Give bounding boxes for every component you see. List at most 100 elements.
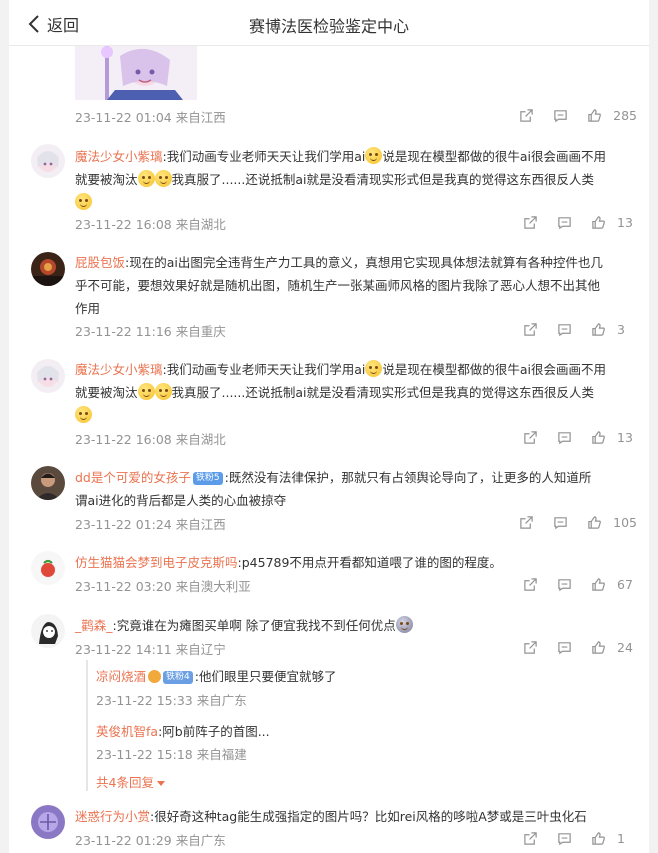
comment-text: 魔法少女小紫璃:我们动画专业老师天天让我们学用ai 说是现在模型都做的很牛ai很会…: [75, 145, 635, 214]
comment-actions: 105: [509, 512, 637, 532]
like-button[interactable]: [581, 212, 615, 232]
comment-body: 作用: [75, 301, 101, 316]
comment-icon: [553, 109, 567, 122]
avatar[interactable]: [31, 466, 65, 500]
comment-button[interactable]: [547, 427, 581, 447]
comment-button[interactable]: [543, 105, 577, 125]
username[interactable]: 迷惑行为小赏: [75, 809, 150, 824]
reply-body: :他们眼里只要便宜就够了: [194, 669, 337, 684]
smile-emoji-icon: [154, 170, 172, 187]
comment-text: 屁股包饭:现在的ai出图完全违背生产力工具的意义，真想用它实现具体想法就算有各种…: [75, 251, 635, 320]
thumbs-up-icon: [591, 831, 605, 845]
comment-meta: 23-11-22 01:29 来自广东: [75, 833, 226, 848]
share-button[interactable]: [513, 319, 547, 339]
avatar[interactable]: [31, 359, 65, 393]
comment-actions: 3: [513, 319, 637, 339]
comment-body: :很好奇这种tag能生成强指定的图片吗？比如rei风格的哆啦A梦或是三叶虫化石: [150, 809, 587, 824]
comment-body: 乎不可能，要想效果好就是随机出图，随机生产一张某画师风格的图片我除了恶心人想不出…: [75, 278, 601, 293]
share-button[interactable]: [509, 105, 543, 125]
username[interactable]: 仿生猫猫会梦到电子皮克斯吗: [75, 555, 238, 570]
like-button[interactable]: [581, 319, 615, 339]
username[interactable]: 魔法少女小紫璃: [75, 362, 163, 377]
avatar[interactable]: [31, 614, 65, 648]
comment-actions: 13: [513, 212, 637, 232]
comment-meta: 23-11-22 16:08 来自湖北: [75, 432, 226, 447]
share-button[interactable]: [513, 574, 547, 594]
comment-button[interactable]: [547, 828, 581, 848]
smile-emoji-icon: [137, 170, 155, 187]
thumbs-up-icon: [591, 215, 605, 229]
comment-body: :现在的ai出图完全违背生产力工具的意义，真想用它实现具体想法就算有各种控件也几: [125, 255, 603, 270]
top-bar: 返回 赛博法医检验鉴定中心: [9, 0, 649, 46]
medal-icon: [148, 670, 162, 683]
comment-body: :我们动画专业老师天天让我们学用ai: [162, 362, 366, 377]
comment-text: 迷惑行为小赏:很好奇这种tag能生成强指定的图片吗？比如rei风格的哆啦A梦或是…: [75, 805, 635, 828]
like-button[interactable]: [577, 105, 611, 125]
like-count: 13: [617, 214, 633, 230]
share-icon: [523, 640, 537, 654]
comment-body: :p45789不用点开看都知道喂了谁的图的程度。: [237, 555, 502, 570]
weibo-comments-page: 返回 赛博法医检验鉴定中心 23-11-22 01:04 来自江西 285 魔法…: [9, 0, 649, 853]
comment-icon: [553, 516, 567, 529]
username[interactable]: 英俊机智fa: [96, 724, 158, 739]
reply-text: 英俊机智fa:阿b前阵子的首图...: [96, 721, 270, 740]
like-button[interactable]: [581, 427, 615, 447]
share-button[interactable]: [513, 828, 547, 848]
share-icon: [523, 577, 537, 591]
username[interactable]: _鹳森_: [75, 618, 113, 633]
share-icon: [519, 515, 533, 529]
comment-body: :既然没有法律保护，那就只有占领舆论导向了，让更多的人知道所: [224, 470, 592, 485]
like-count: 105: [613, 514, 637, 530]
comment-icon: [557, 578, 571, 591]
share-icon: [519, 108, 533, 122]
username[interactable]: dd是个可爱的女孩子: [75, 470, 191, 485]
comment-button[interactable]: [547, 637, 581, 657]
smile-emoji-icon: [365, 147, 383, 164]
share-icon: [523, 430, 537, 444]
share-button[interactable]: [513, 212, 547, 232]
smile-emoji-icon: [137, 383, 155, 400]
crying-emoji-icon: [395, 616, 413, 633]
like-button[interactable]: [581, 828, 615, 848]
share-button[interactable]: [513, 637, 547, 657]
reply-body: :阿b前阵子的首图...: [158, 724, 270, 739]
comment-body: 说是现在模型都做的很牛ai很会画画不用: [382, 362, 607, 377]
share-button[interactable]: [509, 512, 543, 532]
comment-button[interactable]: [547, 574, 581, 594]
comment-actions: 24: [513, 637, 637, 657]
avatar[interactable]: [31, 805, 65, 839]
comment-icon: [557, 641, 571, 654]
smile-emoji-icon: [154, 383, 172, 400]
avatar[interactable]: [31, 551, 65, 585]
comment-button[interactable]: [547, 319, 581, 339]
share-icon: [523, 215, 537, 229]
username[interactable]: 魔法少女小紫璃: [75, 149, 163, 164]
like-button[interactable]: [577, 512, 611, 532]
comment-button[interactable]: [543, 512, 577, 532]
like-button[interactable]: [581, 574, 615, 594]
comment-meta: 23-11-22 16:08 来自湖北: [75, 217, 226, 232]
smile-emoji-icon: [75, 193, 92, 210]
smile-emoji-icon: [75, 406, 92, 423]
like-count: 24: [617, 639, 633, 655]
like-count: 3: [617, 321, 625, 337]
avatar[interactable]: [31, 252, 65, 286]
reply-text: 凉闷烧酒 铁粉4:他们眼里只要便宜就够了: [96, 666, 336, 685]
like-button[interactable]: [581, 637, 615, 657]
avatar[interactable]: [31, 144, 65, 178]
username[interactable]: 凉闷烧酒: [96, 669, 146, 684]
comment-button[interactable]: [547, 212, 581, 232]
comment-body: :我们动画专业老师天天让我们学用ai: [162, 149, 366, 164]
comment-meta: 23-11-22 01:04 来自江西: [75, 110, 226, 125]
comment-body: 说是现在模型都做的很牛ai很会画画不用: [382, 149, 607, 164]
comment-image[interactable]: [75, 46, 197, 100]
thumbs-up-icon: [591, 322, 605, 336]
comment-text: _鹳森_:究竟谁在为瘫图买单啊 除了便宜我找不到任何优点: [75, 614, 635, 637]
comment-icon: [557, 431, 571, 444]
more-replies-link[interactable]: 共4条回复: [96, 772, 165, 791]
share-button[interactable]: [513, 427, 547, 447]
thumbs-up-icon: [587, 108, 601, 122]
comment-body: 我真服了......还说抵制ai就是没看清现实形式但是我真的觉得这东西很反人类: [171, 385, 594, 400]
comment-meta: 23-11-22 01:24 来自江西: [75, 517, 226, 532]
username[interactable]: 屁股包饭: [75, 255, 125, 270]
